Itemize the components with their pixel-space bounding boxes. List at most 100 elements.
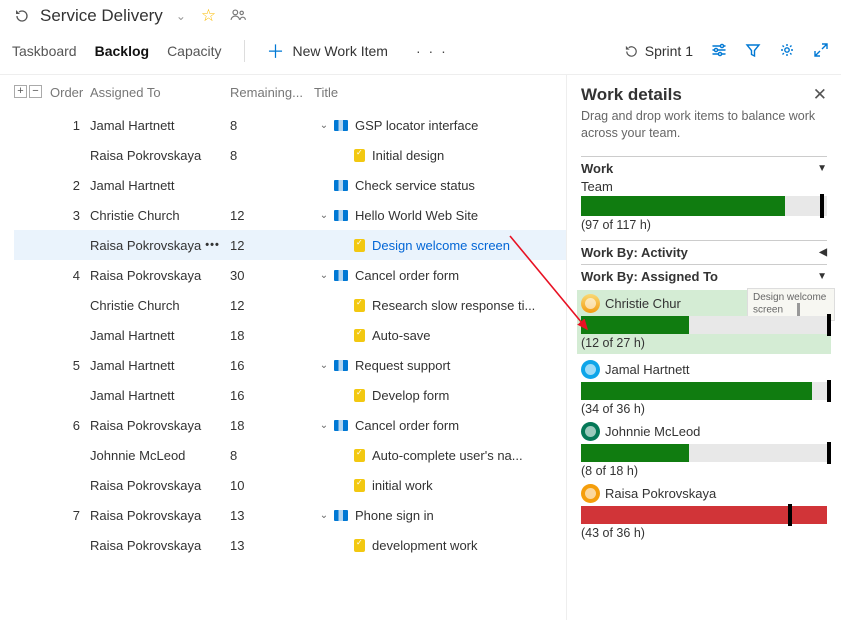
task-icon bbox=[354, 449, 365, 462]
cell-remaining: 16 bbox=[230, 388, 314, 403]
work-item-title: Cancel order form bbox=[355, 418, 459, 433]
person-name: Christie Chur bbox=[605, 296, 681, 311]
col-title[interactable]: Title bbox=[314, 85, 566, 100]
cell-remaining: 10 bbox=[230, 478, 314, 493]
table-row[interactable]: 1Jamal Hartnett8⌄GSP locator interface bbox=[14, 110, 566, 140]
table-row[interactable]: 3Christie Church12⌄Hello World Web Site bbox=[14, 200, 566, 230]
work-item-title: Research slow response ti... bbox=[372, 298, 535, 313]
section-by-activity[interactable]: Work By: Activity ◀ bbox=[581, 240, 827, 260]
sprint-picker[interactable]: Sprint 1 bbox=[624, 43, 693, 59]
favorite-star-icon[interactable]: ☆ bbox=[201, 6, 216, 26]
expand-all-button[interactable]: + bbox=[14, 85, 27, 98]
person-block[interactable]: Christie ChurDesign welcome screen(12 of… bbox=[577, 290, 831, 354]
work-item-title: development work bbox=[372, 538, 478, 553]
cell-order: 1 bbox=[50, 118, 90, 133]
cell-assigned: Christie Church bbox=[90, 208, 230, 223]
expand-caret-icon[interactable]: ⌄ bbox=[318, 270, 330, 281]
cell-assigned: Raisa Pokrovskaya bbox=[90, 418, 230, 433]
people-container: Christie ChurDesign welcome screen(12 of… bbox=[581, 290, 827, 540]
fullscreen-icon[interactable] bbox=[813, 42, 829, 61]
cell-order: 3 bbox=[50, 208, 90, 223]
cell-assigned: Jamal Hartnett bbox=[90, 388, 230, 403]
work-item-title: Auto-complete user's na... bbox=[372, 448, 523, 463]
cell-remaining: 13 bbox=[230, 508, 314, 523]
table-row[interactable]: 7Raisa Pokrovskaya13⌄Phone sign in bbox=[14, 500, 566, 530]
table-row[interactable]: Jamal Hartnett18 Auto-save bbox=[14, 320, 566, 350]
person-hours: (43 of 36 h) bbox=[581, 526, 827, 540]
expand-caret-icon[interactable]: ⌄ bbox=[318, 360, 330, 371]
team-icon[interactable] bbox=[230, 8, 247, 24]
avatar bbox=[581, 484, 600, 503]
person-block[interactable]: Raisa Pokrovskaya (43 of 36 h) bbox=[581, 484, 827, 540]
person-name: Johnnie McLeod bbox=[605, 424, 700, 439]
cell-remaining: 12 bbox=[230, 238, 314, 253]
expand-caret-icon[interactable]: ⌄ bbox=[318, 210, 330, 221]
table-row[interactable]: Jamal Hartnett16Develop form bbox=[14, 380, 566, 410]
refresh-icon[interactable] bbox=[14, 8, 30, 24]
expand-caret-icon[interactable]: ⌄ bbox=[318, 420, 330, 431]
cell-remaining: 18 bbox=[230, 328, 314, 343]
team-label: Team bbox=[581, 179, 827, 194]
cell-assigned: Christie Church bbox=[90, 298, 230, 313]
main: + − Order Assigned To Remaining... Title… bbox=[0, 75, 841, 620]
section-by-assigned[interactable]: Work By: Assigned To ▼ bbox=[581, 264, 827, 284]
gear-icon[interactable] bbox=[779, 42, 795, 61]
cell-assigned: Jamal Hartnett bbox=[90, 328, 230, 343]
table-row[interactable]: 2Jamal HartnettCheck service status bbox=[14, 170, 566, 200]
cell-title: ⌄Request support bbox=[314, 358, 566, 373]
cell-title: ⌄Phone sign in bbox=[314, 508, 566, 523]
col-remaining[interactable]: Remaining... bbox=[230, 85, 314, 100]
work-item-title: Initial design bbox=[372, 148, 444, 163]
person-hours: (12 of 27 h) bbox=[581, 336, 827, 350]
table-row[interactable]: Raisa Pokrovskaya13development work bbox=[14, 530, 566, 560]
capacity-bar bbox=[581, 444, 827, 462]
close-icon[interactable]: ✕ bbox=[813, 85, 827, 105]
cell-remaining: 30 bbox=[230, 268, 314, 283]
pbi-icon bbox=[334, 270, 348, 281]
new-work-item-button[interactable]: ＋ New Work Item bbox=[267, 38, 388, 64]
expand-caret-icon[interactable]: ⌄ bbox=[318, 120, 330, 131]
tab-taskboard[interactable]: Taskboard bbox=[12, 43, 77, 59]
cell-title: Develop form bbox=[314, 388, 566, 403]
page-header: Service Delivery ⌄ ☆ bbox=[0, 0, 841, 34]
cell-order: 5 bbox=[50, 358, 90, 373]
cell-order: 6 bbox=[50, 418, 90, 433]
cell-title: ⌄Hello World Web Site bbox=[314, 208, 566, 223]
cell-remaining: 12 bbox=[230, 298, 314, 313]
table-row[interactable]: Johnnie McLeod8Auto-complete user's na..… bbox=[14, 440, 566, 470]
tab-capacity[interactable]: Capacity bbox=[167, 43, 221, 59]
more-menu[interactable]: · · · bbox=[416, 43, 448, 59]
table-row[interactable]: 6Raisa Pokrovskaya18⌄Cancel order form bbox=[14, 410, 566, 440]
backlog-grid: + − Order Assigned To Remaining... Title… bbox=[0, 75, 566, 620]
table-row[interactable]: 5Jamal Hartnett16⌄Request support bbox=[14, 350, 566, 380]
team-bar bbox=[581, 196, 827, 216]
person-head: Raisa Pokrovskaya bbox=[581, 484, 827, 503]
chevron-down-icon[interactable]: ⌄ bbox=[176, 9, 186, 23]
row-more-menu[interactable]: ••• bbox=[205, 239, 220, 251]
tab-backlog[interactable]: Backlog bbox=[95, 43, 149, 59]
table-row[interactable]: Raisa Pokrovskaya•••12Design welcome scr… bbox=[14, 230, 566, 260]
table-row[interactable]: Raisa Pokrovskaya10initial work bbox=[14, 470, 566, 500]
work-item-title: Auto-save bbox=[372, 328, 431, 343]
task-icon bbox=[354, 389, 365, 402]
cell-title: Auto-save bbox=[314, 328, 566, 343]
section-work[interactable]: Work ▼ bbox=[581, 156, 827, 176]
filter-icon[interactable] bbox=[745, 42, 761, 61]
table-row[interactable]: 4Raisa Pokrovskaya30⌄Cancel order form bbox=[14, 260, 566, 290]
settings-sliders-icon[interactable] bbox=[711, 42, 727, 61]
table-row[interactable]: Christie Church12 Research slow response … bbox=[14, 290, 566, 320]
person-block[interactable]: Johnnie McLeod(8 of 18 h) bbox=[581, 422, 827, 478]
cell-order: 4 bbox=[50, 268, 90, 283]
cell-remaining: 8 bbox=[230, 148, 314, 163]
work-item-title[interactable]: Design welcome screen bbox=[372, 238, 510, 253]
details-subtitle: Drag and drop work items to balance work… bbox=[581, 108, 827, 142]
cell-title: Design welcome screen bbox=[314, 238, 566, 253]
expand-caret-icon[interactable]: ⌄ bbox=[318, 510, 330, 521]
person-block[interactable]: Jamal Hartnett(34 of 36 h) bbox=[581, 360, 827, 416]
person-name: Jamal Hartnett bbox=[605, 362, 690, 377]
collapse-all-button[interactable]: − bbox=[29, 85, 42, 98]
col-order[interactable]: Order bbox=[50, 85, 90, 100]
col-assigned[interactable]: Assigned To bbox=[90, 85, 230, 100]
cell-assigned: Raisa Pokrovskaya bbox=[90, 478, 230, 493]
table-row[interactable]: Raisa Pokrovskaya8Initial design bbox=[14, 140, 566, 170]
